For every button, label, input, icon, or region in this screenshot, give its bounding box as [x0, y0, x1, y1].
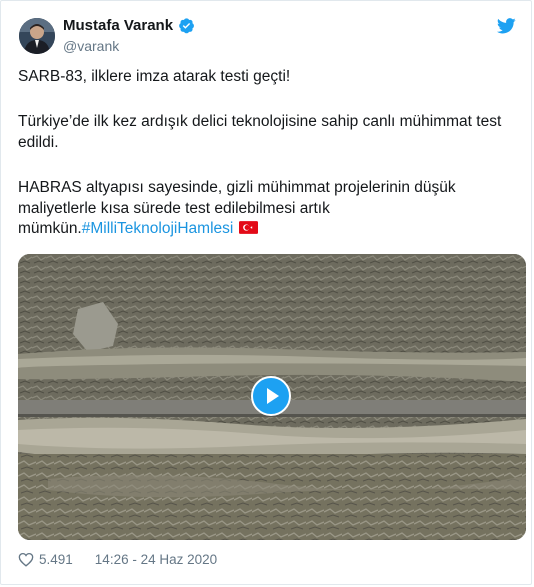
avatar[interactable] — [19, 18, 55, 54]
like-count[interactable]: 5.491 — [39, 552, 73, 567]
tweet-timestamp[interactable]: 14:26 - 24 Haz 2020 — [95, 552, 217, 567]
hashtag-link[interactable]: #MilliTeknolojiHamlesi — [82, 220, 234, 237]
tweet-footer: 5.491 14:26 - 24 Haz 2020 — [18, 552, 217, 567]
heart-icon[interactable] — [18, 552, 34, 567]
author-name[interactable]: Mustafa Varank — [63, 17, 173, 34]
author-name-row[interactable]: Mustafa Varank — [63, 17, 195, 34]
author-handle[interactable]: @varank — [63, 38, 119, 54]
tweet-card: Mustafa Varank @varank SARB-83, ilklere … — [0, 0, 532, 585]
verified-badge-icon — [179, 18, 194, 34]
turkey-flag-icon — [239, 221, 259, 234]
twitter-bird-icon[interactable] — [497, 18, 516, 34]
tweet-line-2: Türkiye’de ilk kez ardışık delici teknol… — [18, 113, 502, 151]
tweet-line-3: HABRAS altyapısı sayesinde, gizli mühimm… — [18, 178, 518, 240]
video-player[interactable] — [18, 254, 526, 540]
tweet-line-1: SARB-83, ilklere imza atarak testi geçti… — [18, 68, 291, 85]
play-icon[interactable] — [251, 376, 291, 416]
